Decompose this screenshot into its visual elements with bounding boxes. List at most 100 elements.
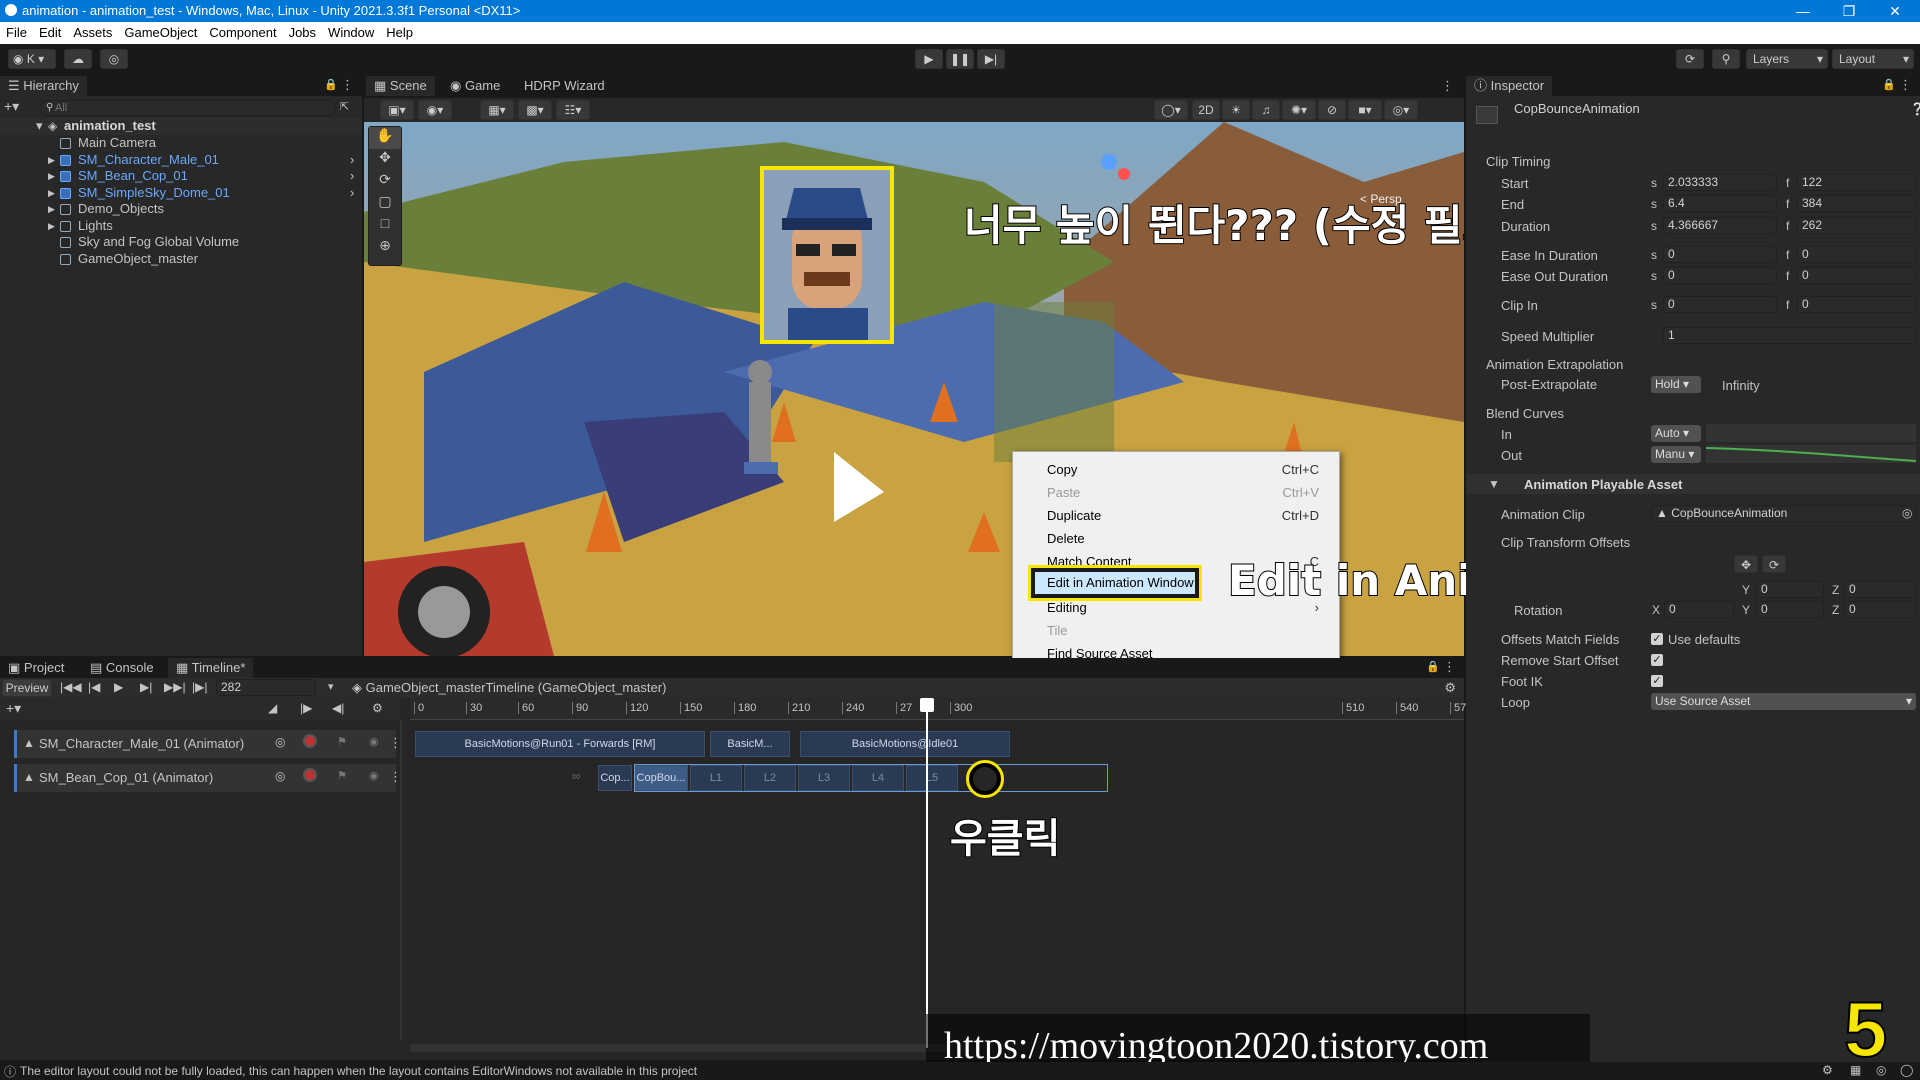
pause-button[interactable]: ❚❚ (946, 49, 974, 69)
animation-clip[interactable]: BasicMotions@Run01 - Forwards [RM] (415, 731, 705, 757)
step-button[interactable]: ▶| (977, 49, 1005, 69)
frames-field[interactable]: 0 (1797, 246, 1916, 263)
add-track-button[interactable]: +▾ (6, 700, 21, 717)
hierarchy-item[interactable]: ▶ SM_Character_Male_01 › (0, 152, 362, 169)
transform-tool-icon[interactable]: ⊕ (369, 237, 401, 259)
play-button[interactable]: ▶ (915, 49, 943, 69)
expand-arrow-icon[interactable]: ▶ (48, 168, 55, 184)
seconds-field[interactable]: 0 (1663, 296, 1777, 313)
go-to-end-icon[interactable]: ▶▶| (164, 680, 186, 694)
more-icon[interactable]: ⋮ (1441, 78, 1454, 94)
preview-toggle[interactable]: Preview (2, 679, 52, 697)
grid-icon[interactable]: ▩▾ (518, 100, 552, 120)
timeline-scrollbar[interactable] (410, 1044, 950, 1052)
clip-name-field[interactable]: CopBounceAnimation (1510, 100, 1902, 120)
blend-out-dropdown[interactable]: Manu ▾ (1651, 446, 1701, 463)
playhead[interactable] (926, 698, 928, 1048)
speed-field[interactable]: 1 (1663, 327, 1916, 344)
menu-item[interactable]: Tile (1047, 623, 1067, 638)
frames-field[interactable]: 262 (1797, 217, 1916, 234)
hierarchy-item[interactable]: ▶ Lights (0, 218, 362, 235)
object-picker-icon[interactable]: ◎ (275, 735, 285, 749)
play-range-icon[interactable]: |▶| (192, 680, 207, 694)
current-frame-field[interactable]: 282 (216, 679, 316, 696)
hierarchy-search-input[interactable] (40, 100, 336, 116)
expand-arrow-icon[interactable]: ▶ (48, 185, 55, 201)
menu-help[interactable]: Help (380, 22, 419, 43)
time-ruler[interactable]: 0 30 60 90 120 150 180 210 240 27 300 510 540 57 (410, 698, 1466, 720)
gizmos-icon[interactable]: ◎▾ (1384, 100, 1418, 120)
snap-icon[interactable]: ⚙ (372, 701, 383, 715)
rotation-x-field[interactable]: 0 (1664, 601, 1734, 618)
cloud-icon[interactable]: ☁ (64, 49, 92, 69)
menu-file[interactable]: File (0, 22, 33, 43)
blend-in-dropdown[interactable]: Auto ▾ (1651, 425, 1701, 442)
menu-component[interactable]: Component (203, 22, 282, 43)
chevron-right-icon[interactable]: › (350, 168, 354, 184)
lighting-mode-icon[interactable]: ◯▾ (1154, 100, 1188, 120)
hierarchy-item[interactable]: Sky and Fog Global Volume (0, 234, 362, 251)
blend-in-curve[interactable] (1706, 424, 1916, 442)
network-icon[interactable]: ▦ (1850, 1063, 1861, 1077)
status-message[interactable]: The editor layout could not be fully loa… (20, 1064, 697, 1078)
restore-button[interactable]: ❐ (1826, 0, 1872, 22)
frames-field[interactable]: 384 (1797, 195, 1916, 212)
lock-track-icon[interactable]: ⚑ (337, 769, 347, 782)
ripple-mode-icon[interactable]: |▶ (300, 701, 312, 715)
tab-inspector[interactable]: ⓘ Inspector (1466, 76, 1553, 96)
bug-icon[interactable]: ⚙ (1822, 1063, 1833, 1077)
account-button[interactable]: ◉ K ▾ (8, 49, 56, 69)
menu-item[interactable]: Copy (1047, 462, 1077, 477)
position-z-field[interactable]: 0 (1844, 581, 1916, 598)
collab-icon[interactable]: ◎ (100, 49, 128, 69)
scale-tool-icon[interactable]: ▢ (369, 193, 401, 215)
seconds-field[interactable]: 6.4 (1663, 195, 1777, 212)
go-to-start-icon[interactable]: |◀◀ (60, 680, 82, 694)
timeline-settings-icon[interactable]: ⚙ (1444, 680, 1456, 696)
tab-timeline[interactable]: ▦ Timeline* (168, 658, 254, 678)
menu-jobs[interactable]: Jobs (283, 22, 322, 43)
hand-tool-icon[interactable]: ✋ (369, 127, 401, 149)
hierarchy-item[interactable]: Main Camera (0, 135, 362, 152)
search-icon[interactable]: ⚲ (1712, 49, 1740, 69)
animation-clip-field[interactable]: ▲ CopBounceAnimation (1651, 505, 1916, 522)
tab-hierarchy[interactable]: ☰ Hierarchy (0, 76, 87, 96)
tab-scene[interactable]: ▦ Scene (366, 76, 435, 96)
light-bake-icon[interactable]: ◎ (1876, 1063, 1886, 1077)
previous-frame-icon[interactable]: |◀ (88, 680, 100, 694)
menu-item-edit-in-animation-window[interactable]: Edit in Animation Window (1047, 575, 1194, 590)
replace-mode-icon[interactable]: ◀| (332, 701, 344, 715)
light-bulb-icon[interactable]: ☀ (1222, 100, 1250, 120)
chevron-down-icon[interactable]: ▾ (328, 680, 334, 693)
expand-arrow-icon[interactable]: ▶ (48, 152, 55, 168)
track-header[interactable]: ▲ SM_Bean_Cop_01 (Animator) ◎ ⚑ ◉ ⋮ (14, 764, 402, 792)
progress-icon[interactable]: ◯ (1900, 1063, 1913, 1077)
tab-game[interactable]: ◉ Game (442, 76, 508, 96)
tab-hdrp-wizard[interactable]: HDRP Wizard (516, 76, 613, 96)
move-tool-icon[interactable]: ✥ (369, 149, 401, 171)
lock-icon[interactable]: 🔒 (324, 78, 338, 91)
more-icon[interactable]: ⋮ (1899, 77, 1912, 93)
animation-clip[interactable]: Cop... (598, 765, 632, 791)
menu-edit[interactable]: Edit (33, 22, 67, 43)
rect-tool-icon[interactable]: □ (369, 215, 401, 237)
expand-arrow-icon[interactable]: ▶ (48, 201, 55, 217)
rotate-offset-icon[interactable]: ⟳ (1762, 555, 1786, 573)
hierarchy-item[interactable]: ▶ SM_SimpleSky_Dome_01 › (0, 185, 362, 202)
timeline-asset-breadcrumb[interactable]: ◈ GameObject_masterTimeline (GameObject_… (352, 680, 666, 696)
audio-icon[interactable]: ♫ (1252, 100, 1280, 120)
hierarchy-item[interactable]: GameObject_master (0, 251, 362, 268)
hierarchy-item[interactable]: ▶ Demo_Objects (0, 201, 362, 218)
rotation-y-field[interactable]: 0 (1756, 601, 1824, 618)
mute-track-icon[interactable]: ◉ (369, 769, 379, 782)
hierarchy-root-row[interactable]: ▾ ◈ animation_test (0, 118, 362, 135)
foot-ik-checkbox[interactable]: ✓ (1651, 675, 1663, 687)
tab-project[interactable]: ▣ Project (0, 658, 72, 678)
timeline-play-icon[interactable]: ▶ (114, 680, 123, 694)
lock-icon[interactable]: 🔒 (1882, 78, 1896, 91)
more-icon[interactable]: ⋮ (389, 769, 402, 785)
menu-item[interactable]: Editing (1047, 600, 1087, 615)
minimize-button[interactable]: — (1780, 0, 1826, 22)
camera-icon[interactable]: ■▾ (1348, 100, 1382, 120)
grid-snap-icon[interactable]: ▦▾ (480, 100, 514, 120)
